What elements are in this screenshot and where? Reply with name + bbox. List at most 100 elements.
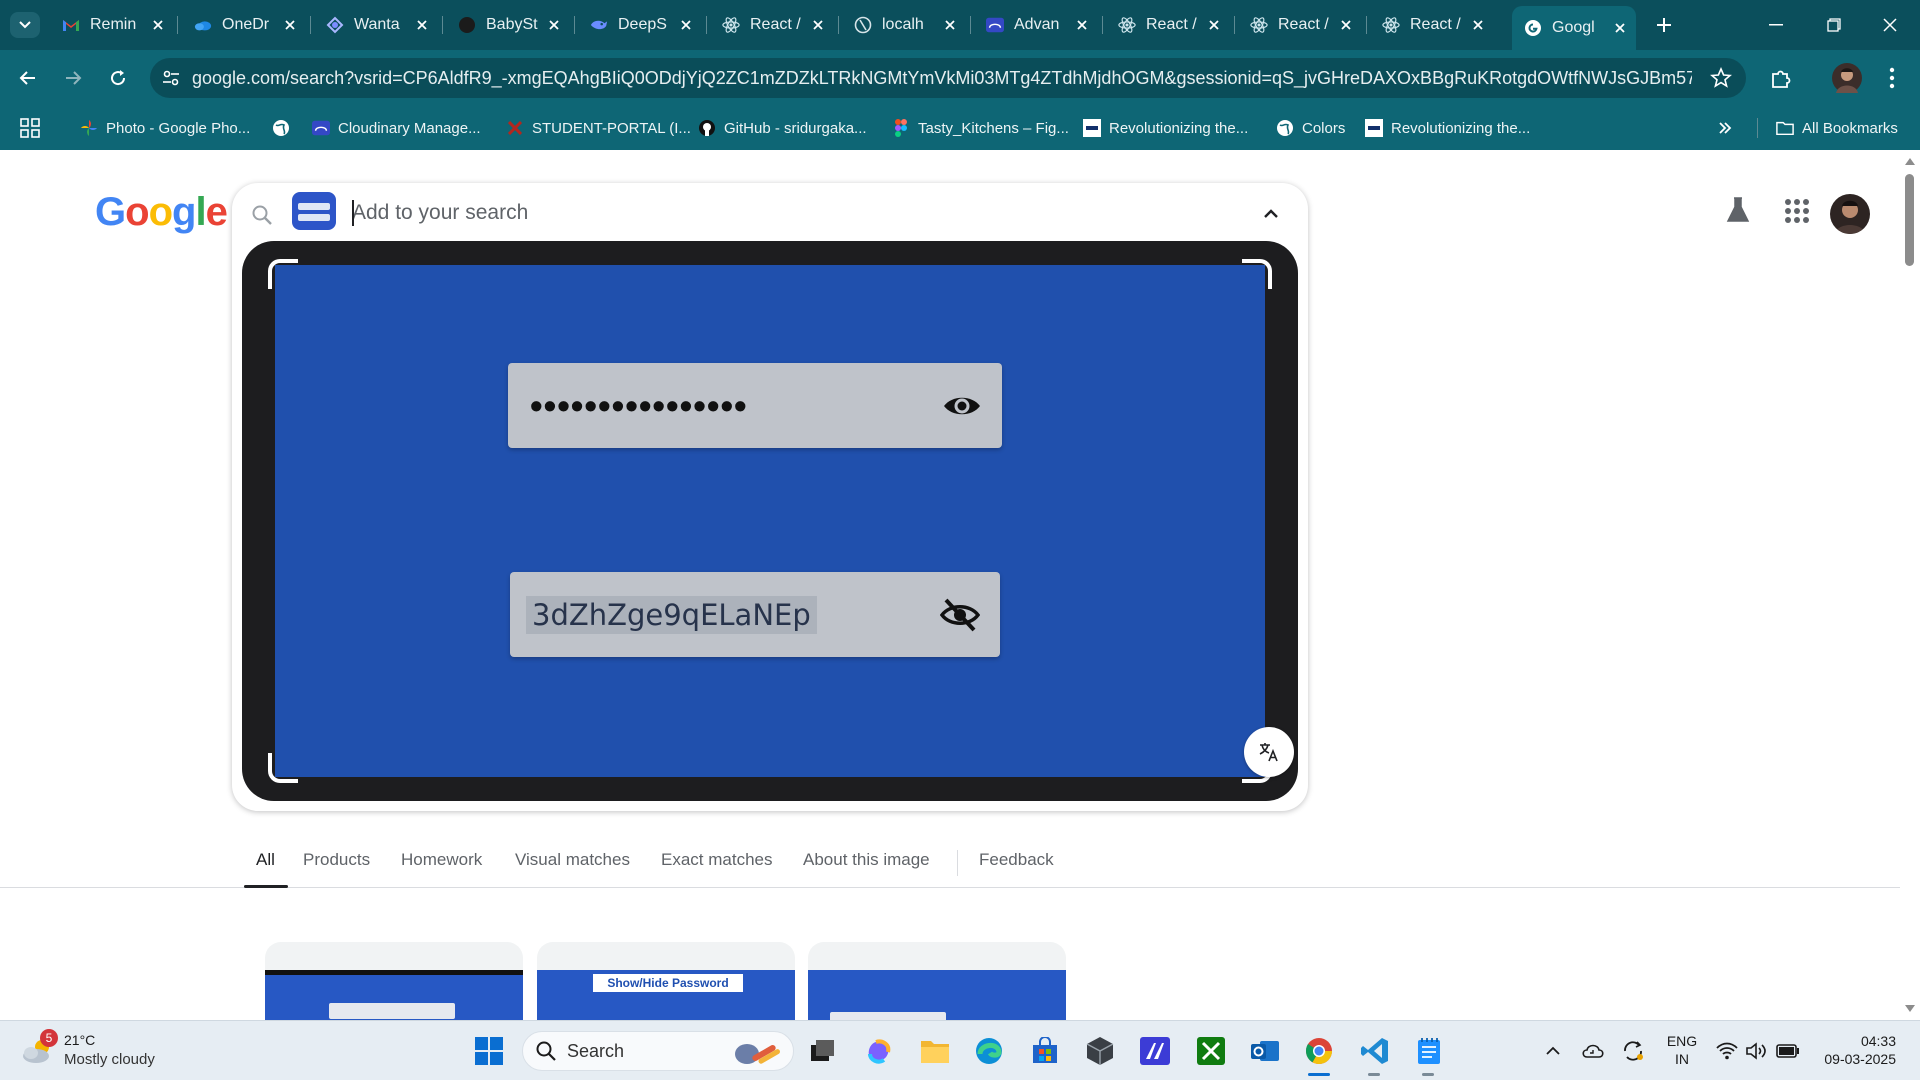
scrollbar-thumb[interactable] (1905, 174, 1914, 266)
bookmarks-overflow-button[interactable] (1718, 114, 1732, 142)
bookmark-globe[interactable] (272, 114, 298, 142)
microsoft-store-button[interactable] (1028, 1034, 1062, 1068)
close-icon[interactable] (1204, 15, 1224, 35)
address-bar[interactable]: google.com/search?vsrid=CP6AldfR9_-xmgEQ… (150, 58, 1746, 98)
language-indicator[interactable]: ENG IN (1664, 1032, 1700, 1068)
bookmark-star-icon[interactable] (1710, 67, 1732, 89)
tab-babysteps[interactable]: BabySt (446, 8, 570, 42)
google-apps-button[interactable] (1782, 196, 1812, 226)
close-icon[interactable] (412, 15, 432, 35)
forward-button[interactable] (55, 60, 91, 96)
search-input[interactable] (352, 193, 1152, 233)
tab-search-button[interactable] (10, 12, 40, 38)
bookmark-cloudinary[interactable]: Cloudinary Manage... (312, 114, 481, 142)
tab-google-active[interactable]: Googl (1512, 6, 1636, 50)
battery-button[interactable] (1774, 1039, 1802, 1063)
close-icon[interactable] (1336, 15, 1356, 35)
new-tab-button[interactable] (1650, 12, 1678, 38)
bookmark-github[interactable]: GitHub - sridurgaka... (698, 114, 867, 142)
sync-tray-button[interactable] (1620, 1039, 1646, 1063)
show-hidden-icons-button[interactable] (1542, 1039, 1564, 1063)
close-icon[interactable] (148, 15, 168, 35)
powerautomate-button[interactable] (1138, 1034, 1172, 1068)
onedrive-tray-button[interactable] (1580, 1039, 1606, 1063)
tab-deepseek[interactable]: DeepS (578, 8, 702, 42)
tab-products[interactable]: Products (303, 850, 370, 870)
tab-visual-matches[interactable]: Visual matches (515, 850, 630, 870)
result-card[interactable] (808, 942, 1066, 1020)
translate-button[interactable] (1244, 727, 1294, 777)
tab-localhost[interactable]: localh (842, 8, 966, 42)
bookmark-student-portal[interactable]: STUDENT-PORTAL (I... (506, 114, 691, 142)
file-explorer-button[interactable] (918, 1034, 952, 1068)
close-window-button[interactable] (1870, 8, 1910, 42)
tab-react[interactable]: React / (1370, 8, 1494, 42)
back-button[interactable] (10, 60, 46, 96)
restore-button[interactable] (1814, 8, 1854, 42)
volume-button[interactable] (1744, 1039, 1770, 1063)
result-card[interactable]: Show/Hide Password (537, 942, 795, 1020)
wifi-button[interactable] (1714, 1039, 1740, 1063)
close-icon[interactable] (1610, 18, 1630, 38)
all-bookmarks-button[interactable]: All Bookmarks (1776, 114, 1898, 142)
minimize-button[interactable] (1756, 8, 1796, 42)
tab-react[interactable]: React / (1238, 8, 1362, 42)
edge-button[interactable] (972, 1034, 1006, 1068)
account-avatar[interactable] (1830, 194, 1870, 234)
collapse-button[interactable] (1256, 199, 1286, 229)
bookmark-revolutionizing[interactable]: Revolutionizing the... (1083, 114, 1248, 142)
tab-onedrive[interactable]: OneDr (182, 8, 306, 42)
crop-corner[interactable] (1242, 259, 1272, 289)
reload-button[interactable] (100, 60, 136, 96)
scroll-up-icon[interactable] (1904, 156, 1916, 166)
site-info-icon[interactable] (150, 58, 192, 98)
apps-button[interactable] (20, 114, 40, 142)
tab-exact-matches[interactable]: Exact matches (661, 850, 773, 870)
close-icon[interactable] (280, 15, 300, 35)
query-image[interactable]: •••••••••••••••• 3dZhZge9qELaNEp (275, 265, 1265, 777)
tab-advanced[interactable]: Advan (974, 8, 1098, 42)
close-icon[interactable] (1468, 15, 1488, 35)
start-button[interactable] (472, 1034, 506, 1068)
weather-widget[interactable]: 5 21°C Mostly cloudy (20, 1029, 180, 1073)
close-icon[interactable] (808, 15, 828, 35)
bookmark-revolutionizing[interactable]: Revolutionizing the... (1365, 114, 1530, 142)
browser-menu-button[interactable] (1878, 64, 1906, 92)
close-icon[interactable] (544, 15, 564, 35)
tab-homework[interactable]: Homework (401, 850, 482, 870)
crop-corner[interactable] (268, 259, 298, 289)
bookmark-colors[interactable]: Colors (1276, 114, 1345, 142)
extensions-button[interactable] (1767, 64, 1795, 92)
tab-react[interactable]: React / (1106, 8, 1230, 42)
feedback-link[interactable]: Feedback (979, 850, 1054, 870)
close-icon[interactable] (940, 15, 960, 35)
result-card[interactable] (265, 942, 523, 1020)
close-icon[interactable] (676, 15, 696, 35)
xbox-button[interactable] (1194, 1034, 1228, 1068)
query-image-thumbnail[interactable] (292, 192, 336, 230)
outlook-button[interactable] (1248, 1034, 1282, 1068)
bookmark-figma[interactable]: Tasty_Kitchens – Fig... (892, 114, 1069, 142)
tab-all[interactable]: All (256, 850, 275, 870)
notepad-button[interactable] (1412, 1034, 1446, 1068)
chrome-button[interactable] (1302, 1034, 1336, 1068)
tab-react[interactable]: React / (710, 8, 834, 42)
labs-button[interactable] (1722, 194, 1754, 226)
copilot-button[interactable] (862, 1034, 896, 1068)
url-text[interactable]: google.com/search?vsrid=CP6AldfR9_-xmgEQ… (192, 68, 1692, 89)
taskbar-search-box[interactable]: Search (522, 1031, 794, 1071)
close-icon[interactable] (1072, 15, 1092, 35)
clock[interactable]: 04:33 09-03-2025 (1816, 1032, 1896, 1068)
google-logo[interactable]: Google (95, 190, 228, 235)
scroll-down-icon[interactable] (1904, 1004, 1916, 1014)
tab-wanta[interactable]: Wanta (314, 8, 438, 42)
unity-button[interactable] (1083, 1034, 1117, 1068)
task-view-button[interactable] (806, 1034, 840, 1068)
profile-avatar[interactable] (1832, 63, 1862, 93)
crop-corner[interactable] (268, 753, 298, 783)
tab-gmail[interactable]: Remin (50, 8, 174, 42)
page-scrollbar[interactable] (1900, 150, 1920, 1020)
vscode-button[interactable] (1358, 1034, 1392, 1068)
tab-about-this-image[interactable]: About this image (803, 850, 930, 870)
bookmark-google-photos[interactable]: Photo - Google Pho... (80, 114, 250, 142)
